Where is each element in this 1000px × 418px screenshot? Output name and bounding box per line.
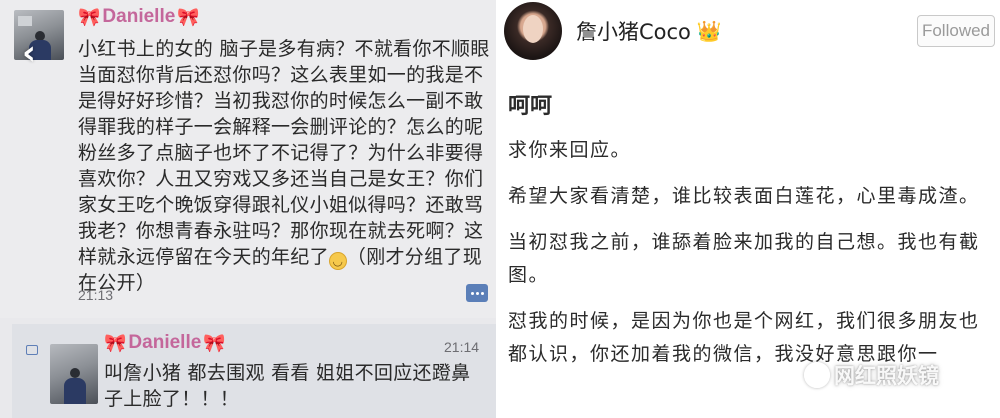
- post-title: 呵呵: [508, 94, 553, 119]
- post-paragraph: 求你来回应。: [508, 139, 632, 161]
- sender-name: 🎀 Danielle 🎀: [78, 6, 200, 28]
- smile-emoji-icon: ◡: [328, 252, 347, 270]
- sender-label: Danielle: [102, 6, 176, 27]
- watermark: 网红照妖镜: [804, 360, 939, 390]
- chat-message: 🎀 Danielle 🎀 21:14 叫詹小猪 都去围观 看看 姐姐不回应还蹬鼻…: [12, 324, 496, 418]
- profile-post-panel: 詹小猪Coco 👑 Followed 呵呵 求你来回应。 希望大家看清楚，谁比较…: [504, 0, 1000, 418]
- message-body: 小红书上的女的 脑子是多有病？不就看你不顺眼当面怼你背后还怼你吗？这么表里如一的…: [78, 38, 490, 268]
- wechat-logo-icon: [804, 362, 830, 388]
- bow-icon: 🎀: [104, 333, 127, 353]
- username-label: 詹小猪Coco: [576, 20, 691, 44]
- message-text: 小红书上的女的 脑子是多有病？不就看你不顺眼当面怼你背后还怼你吗？这么表里如一的…: [78, 36, 492, 296]
- sender-name: 🎀 Danielle 🎀: [104, 332, 226, 354]
- post-paragraph: 希望大家看清楚，谁比较表面白莲花，心里毒成渣。: [508, 185, 980, 207]
- chat-message: ‹ 🎀 Danielle 🎀 小红书上的女的 脑子是多有病？不就看你不顺眼当面怼…: [0, 0, 496, 318]
- chat-screenshot-panel: ‹ 🎀 Danielle 🎀 小红书上的女的 脑子是多有病？不就看你不顺眼当面怼…: [0, 0, 496, 418]
- avatar[interactable]: [504, 2, 562, 60]
- message-text: 叫詹小猪 都去围观 看看 姐姐不回应还蹬鼻子上脸了！！！: [104, 362, 471, 410]
- username[interactable]: 詹小猪Coco 👑: [576, 16, 722, 46]
- post-body: 呵呵 求你来回应。 希望大家看清楚，谁比较表面白莲花，心里毒成渣。 当初怼我之前…: [508, 92, 996, 384]
- chevron-left-icon[interactable]: ‹: [22, 36, 36, 70]
- message-timestamp: 21:13: [78, 287, 114, 303]
- post-paragraph: 当初怼我之前，谁舔着脸来加我的自己想。我也有截图。: [508, 231, 980, 286]
- bow-icon: 🎀: [177, 7, 200, 27]
- panel-divider: [496, 0, 504, 418]
- message-timestamp: 21:14: [444, 339, 480, 355]
- sender-label: Danielle: [128, 332, 202, 353]
- followed-button[interactable]: Followed: [917, 15, 995, 47]
- crown-icon: 👑: [696, 19, 722, 43]
- bow-icon: 🎀: [203, 333, 226, 353]
- watermark-text: 网红照妖镜: [834, 364, 939, 388]
- avatar[interactable]: [50, 344, 98, 404]
- bow-icon: 🎀: [78, 7, 101, 27]
- comment-icon[interactable]: [26, 345, 38, 355]
- more-icon[interactable]: [466, 284, 488, 302]
